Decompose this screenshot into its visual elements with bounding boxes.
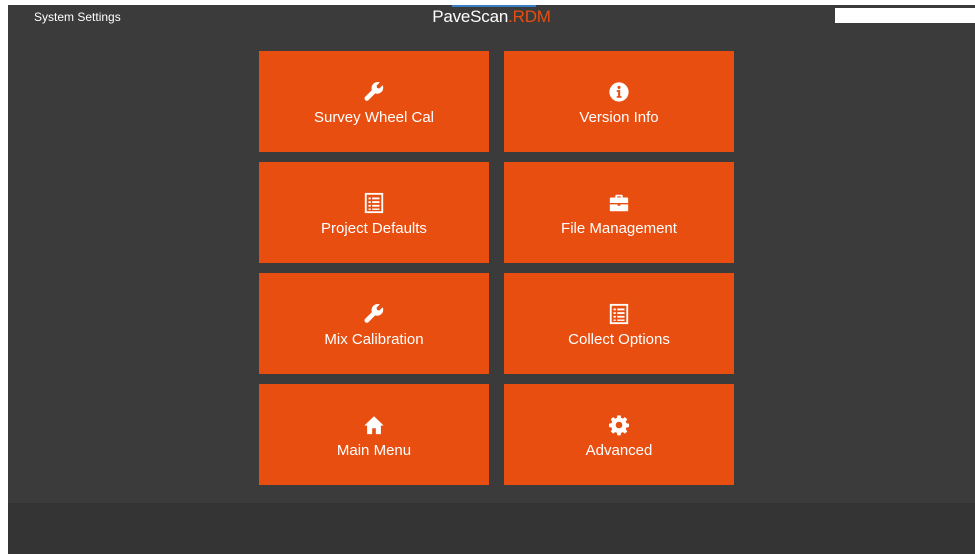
tile-label: Advanced xyxy=(585,442,653,459)
gear-icon xyxy=(609,415,629,436)
briefcase-icon xyxy=(609,194,629,212)
tile-label: File Management xyxy=(561,220,677,237)
app-screen: System Settings PaveScan.RDM Survey Whee… xyxy=(8,5,975,554)
brand-name: PaveScan xyxy=(432,7,509,26)
file-management-button[interactable]: File Management xyxy=(504,162,734,263)
brand-logo: PaveScan.RDM xyxy=(8,7,975,27)
info-icon xyxy=(609,82,629,102)
version-info-button[interactable]: Version Info xyxy=(504,51,734,152)
tile-label: Mix Calibration xyxy=(324,331,424,348)
tile-label: Project Defaults xyxy=(321,220,427,237)
advanced-button[interactable]: Advanced xyxy=(504,384,734,485)
settings-menu-grid: Survey Wheel Cal Version Info Project De… xyxy=(259,51,734,485)
wrench-icon xyxy=(364,303,384,323)
collect-options-button[interactable]: Collect Options xyxy=(504,273,734,374)
tile-label: Survey Wheel Cal xyxy=(313,109,435,126)
list-icon xyxy=(609,303,629,325)
tile-label: Version Info xyxy=(579,109,659,126)
wrench-icon xyxy=(364,81,384,101)
main-menu-button[interactable]: Main Menu xyxy=(259,384,489,485)
brand-suffix: .RDM xyxy=(508,7,551,26)
tile-label: Main Menu xyxy=(336,442,412,459)
mix-calibration-button[interactable]: Mix Calibration xyxy=(259,273,489,374)
survey-wheel-cal-button[interactable]: Survey Wheel Cal xyxy=(259,51,489,152)
project-defaults-button[interactable]: Project Defaults xyxy=(259,162,489,263)
home-icon xyxy=(364,416,384,435)
top-right-input[interactable] xyxy=(835,8,975,23)
list-icon xyxy=(364,192,384,214)
bottom-bar xyxy=(8,503,975,554)
tile-label: Collect Options xyxy=(568,331,670,348)
